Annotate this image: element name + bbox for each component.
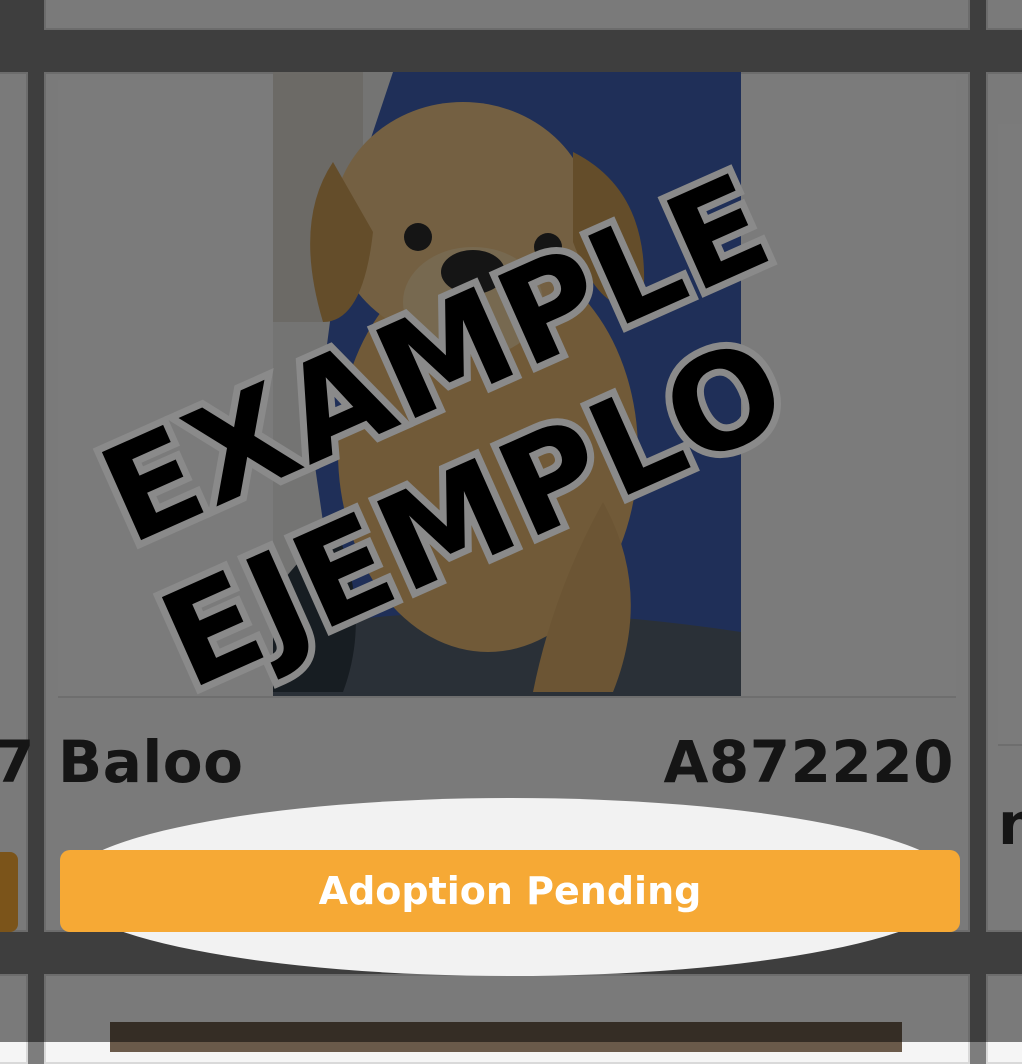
left-card-status-button[interactable] bbox=[0, 852, 18, 932]
pet-id: A872220 bbox=[663, 728, 954, 796]
pet-name: Baloo bbox=[58, 728, 244, 796]
pet-photo-below-peek bbox=[110, 1022, 902, 1052]
pet-photo[interactable] bbox=[273, 72, 741, 696]
pet-card-above-right bbox=[986, 0, 1022, 30]
left-card-id-peek: 7 bbox=[0, 728, 35, 796]
pet-photo-right-peek bbox=[998, 124, 1022, 746]
pet-card-below-left bbox=[0, 974, 28, 1064]
right-card-name-peek: n bbox=[998, 790, 1022, 858]
dog-photo-icon bbox=[273, 72, 741, 696]
pet-card-below-right bbox=[986, 974, 1022, 1064]
adoption-status-button[interactable]: Adoption Pending bbox=[60, 850, 960, 932]
pet-card-left bbox=[0, 72, 28, 932]
pet-card-above bbox=[44, 0, 970, 30]
